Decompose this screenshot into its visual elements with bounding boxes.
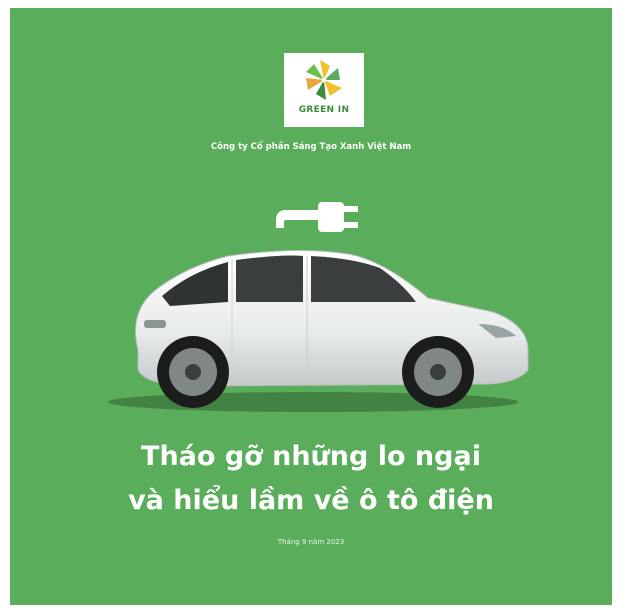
plug-icon xyxy=(276,202,358,232)
pinwheel-logo-icon xyxy=(306,60,342,100)
cover-poster: GREEN IN Công ty Cổ phần Sáng Tạo Xanh V… xyxy=(10,8,612,605)
company-logo: GREEN IN xyxy=(284,53,364,127)
electric-car-image xyxy=(108,249,529,412)
headline-line-2: và hiểu lầm về ô tô điện xyxy=(128,485,494,516)
logo-text: GREEN IN xyxy=(298,105,350,115)
publish-date: Tháng 9 năm 2023 xyxy=(277,538,345,546)
company-name: Công ty Cổ phần Sáng Tạo Xanh Việt Nam xyxy=(210,142,412,152)
headline-line-1: Tháo gỡ những lo ngại xyxy=(141,441,481,472)
